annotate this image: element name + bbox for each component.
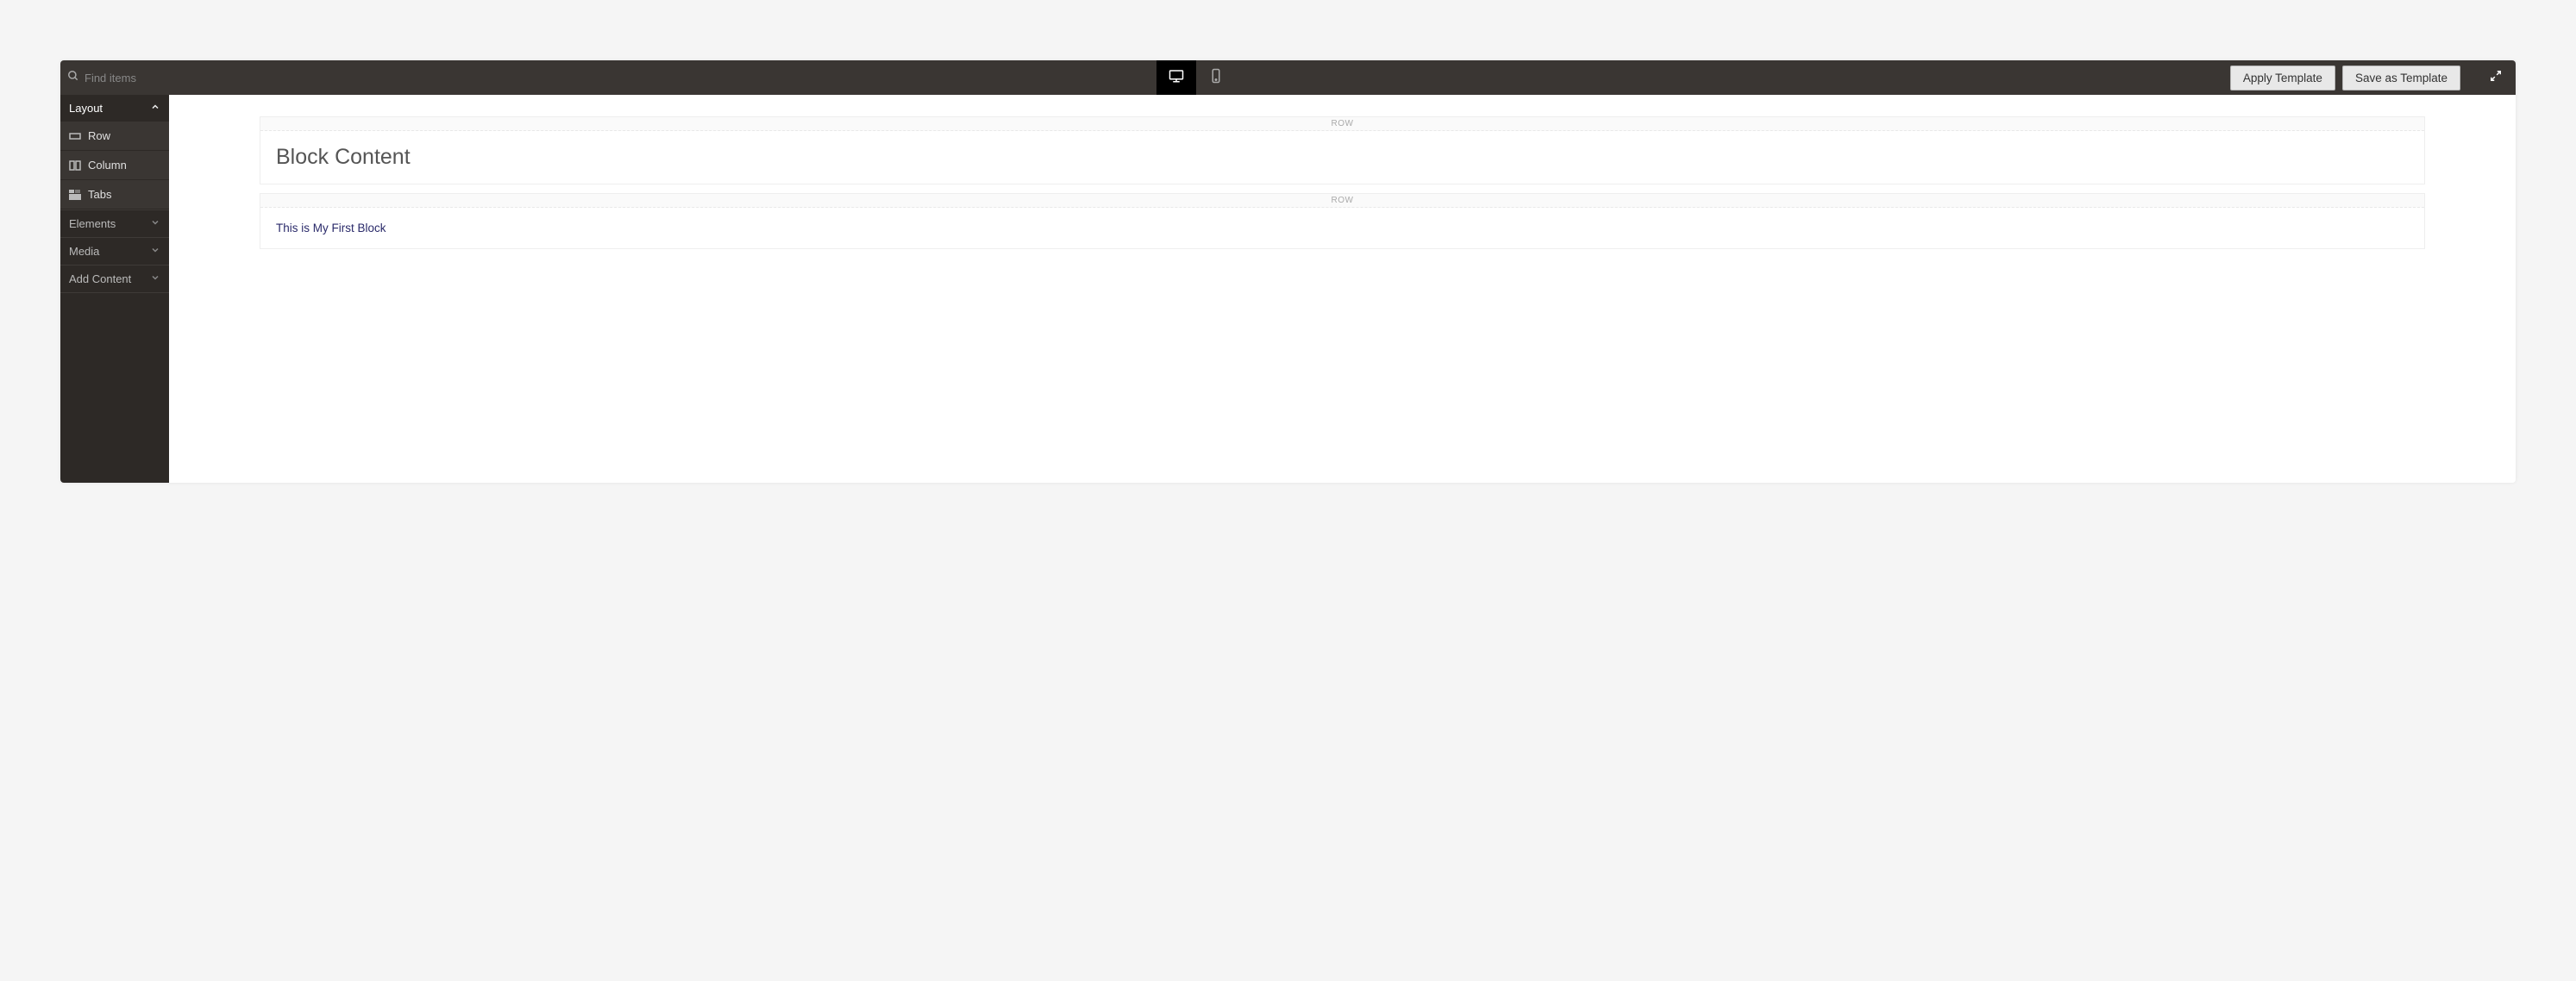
sidebar-item-column[interactable]: Column — [60, 151, 169, 180]
chevron-down-icon — [150, 245, 160, 258]
chevron-down-icon — [150, 217, 160, 230]
sidebar-section-label: Media — [69, 245, 99, 258]
desktop-icon: < — [1169, 68, 1184, 88]
canvas[interactable]: ROW Block Content ROW This is My First B… — [169, 95, 2516, 483]
expand-icon — [2490, 70, 2502, 86]
save-template-button[interactable]: Save as Template — [2342, 66, 2460, 91]
canvas-row[interactable]: ROW Block Content — [260, 116, 2425, 184]
sidebar-header-elements[interactable]: Elements — [60, 210, 169, 237]
row-label: ROW — [260, 117, 2424, 131]
search-input[interactable] — [85, 72, 154, 84]
chevron-down-icon — [150, 272, 160, 285]
sidebar-section-media: Media — [60, 238, 169, 266]
sidebar-header-layout[interactable]: Layout — [60, 95, 169, 122]
sidebar-item-label: Row — [88, 129, 110, 142]
sidebar-header-media[interactable]: Media — [60, 238, 169, 265]
topbar: < Apply Template Save as Template — [60, 60, 2516, 95]
search-icon — [67, 70, 79, 86]
mobile-icon — [1208, 68, 1224, 88]
sidebar-section-label: Elements — [69, 217, 116, 230]
sidebar: Layout Row — [60, 95, 169, 483]
spacer — [169, 60, 1156, 95]
column-icon — [69, 159, 81, 172]
search-section — [60, 60, 169, 95]
apply-template-button[interactable]: Apply Template — [2230, 66, 2335, 91]
chevron-up-icon — [150, 102, 160, 115]
row-content[interactable]: This is My First Block — [264, 211, 2421, 245]
tabs-icon — [69, 189, 81, 201]
sidebar-item-label: Tabs — [88, 188, 111, 201]
row-content[interactable]: Block Content — [264, 134, 2421, 180]
topbar-right: Apply Template Save as Template — [2223, 60, 2516, 95]
viewport-toggles: < — [1156, 60, 1236, 95]
sidebar-item-label: Column — [88, 159, 127, 172]
sidebar-section-elements: Elements — [60, 210, 169, 238]
row-label: ROW — [260, 194, 2424, 208]
sidebar-section-layout: Layout Row — [60, 95, 169, 210]
viewport-mobile-button[interactable] — [1196, 60, 1236, 95]
sidebar-section-addcontent: Add Content — [60, 266, 169, 293]
sidebar-section-label: Layout — [69, 102, 103, 115]
sidebar-item-tabs[interactable]: Tabs — [60, 180, 169, 209]
spacer — [1236, 60, 2223, 95]
row-icon — [69, 130, 81, 142]
block-heading[interactable]: Block Content — [276, 145, 2409, 170]
fullscreen-button[interactable] — [2483, 65, 2509, 91]
sidebar-item-row[interactable]: Row — [60, 122, 169, 151]
page-builder-app: < Apply Template Save as Template — [60, 60, 2516, 483]
block-text[interactable]: This is My First Block — [276, 222, 2409, 234]
main-area: Layout Row — [60, 95, 2516, 483]
sidebar-section-label: Add Content — [69, 272, 131, 285]
canvas-row[interactable]: ROW This is My First Block — [260, 193, 2425, 249]
viewport-desktop-button[interactable]: < — [1156, 60, 1196, 95]
sidebar-header-addcontent[interactable]: Add Content — [60, 266, 169, 292]
